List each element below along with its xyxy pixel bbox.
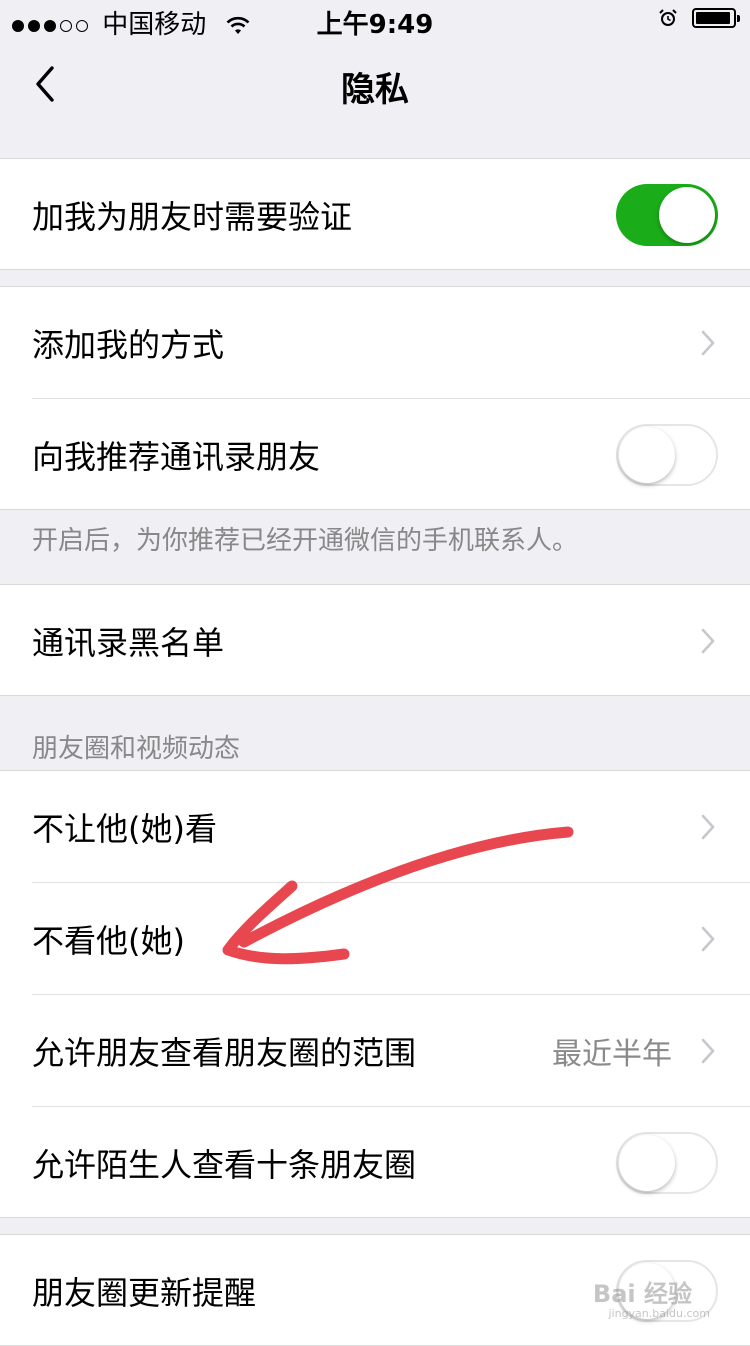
setting-label: 朋友圈更新提醒 [32,1273,257,1312]
group-blacklist: 通讯录黑名单 [0,584,750,696]
nav-bar: 隐私 [0,40,750,128]
chevron-right-icon [701,330,715,355]
setting-label: 允许陌生人查看十条朋友圈 [32,1145,417,1184]
setting-value: 最近半年 [552,1036,672,1072]
status-right [658,8,740,28]
status-bar: 中国移动 上午9:49 [0,0,750,40]
setting-hide-moments-from[interactable]: 不让他(她)看 [0,771,750,882]
setting-dont-see-moments[interactable]: 不看他(她) [0,883,750,994]
setting-add-methods[interactable]: 添加我的方式 [0,287,750,398]
status-time: 上午9:49 [316,10,434,40]
toggle-knob [619,1262,675,1319]
setting-label: 允许朋友查看朋友圈的范围 [32,1033,417,1072]
battery-icon [692,8,740,28]
setting-moments-range[interactable]: 允许朋友查看朋友圈的范围 最近半年 [0,995,750,1106]
group-add-methods: 添加我的方式 向我推荐通讯录朋友 [0,286,750,510]
alarm-icon [659,9,677,26]
setting-contact-blacklist[interactable]: 通讯录黑名单 [0,585,750,696]
setting-label: 不让他(她)看 [32,809,217,848]
group-moments: 不让他(她)看 不看他(她) 允许朋友查看朋友圈的范围 最近半年 允许陌生人查看… [0,770,750,1218]
toggle-knob [619,1134,675,1191]
chevron-right-icon [701,1038,715,1063]
setting-label: 添加我的方式 [32,325,225,364]
chevron-right-icon [701,628,715,653]
setting-label: 加我为朋友时需要验证 [32,197,353,236]
group-update-reminder: 朋友圈更新提醒 [0,1234,750,1346]
setting-recommend-contacts: 向我推荐通讯录朋友 [0,399,750,510]
setting-strangers-view: 允许陌生人查看十条朋友圈 [0,1107,750,1218]
setting-label: 不看他(她) [32,921,185,960]
recommend-toggle[interactable] [616,423,718,486]
setting-moments-update-reminder: 朋友圈更新提醒 [0,1235,750,1346]
toggle-knob [659,186,715,243]
recommend-footnote: 开启后，为你推荐已经开通微信的手机联系人。 [32,526,579,556]
setting-verify-friend: 加我为朋友时需要验证 [0,159,750,270]
page-title: 隐私 [341,70,409,110]
strangers-toggle[interactable] [616,1131,718,1194]
toggle-knob [619,426,675,483]
group-verification: 加我为朋友时需要验证 [0,158,750,270]
chevron-right-icon [701,926,715,951]
setting-label: 向我推荐通讯录朋友 [32,437,321,476]
verify-toggle[interactable] [616,183,718,246]
setting-label: 通讯录黑名单 [32,623,225,662]
update-reminder-toggle[interactable] [616,1259,718,1322]
chevron-right-icon [701,814,715,839]
moments-section-header: 朋友圈和视频动态 [32,734,241,764]
